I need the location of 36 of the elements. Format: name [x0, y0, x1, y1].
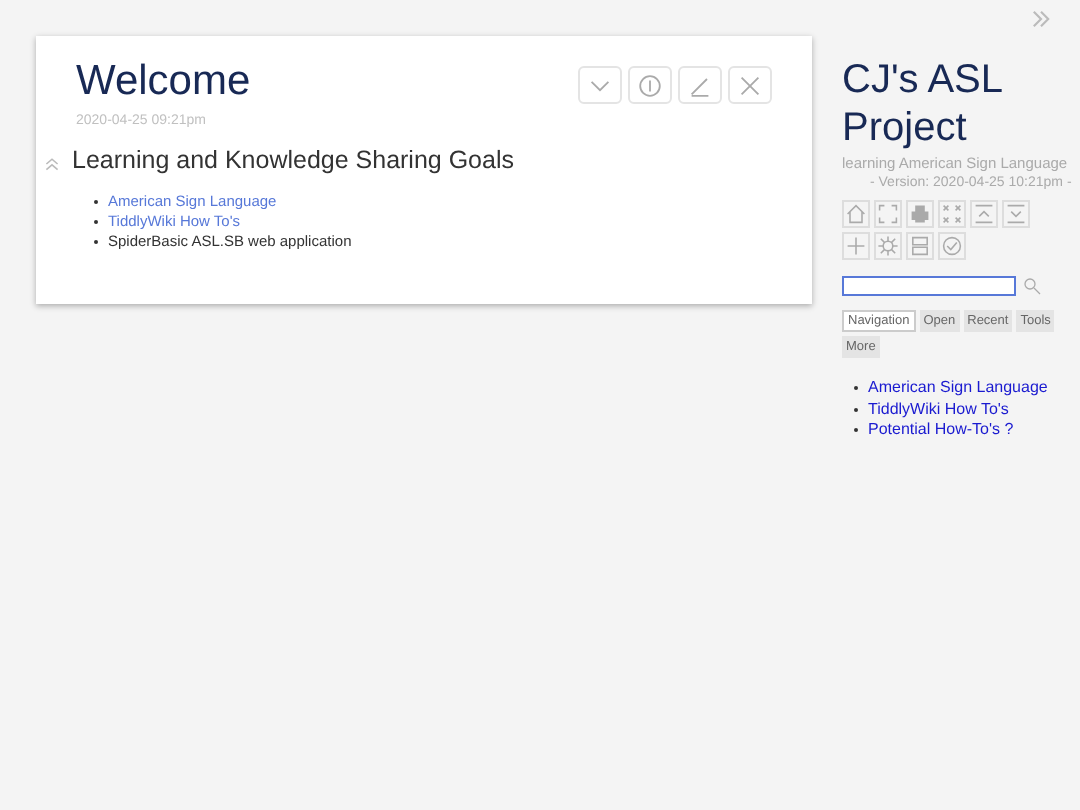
close-icon [736, 71, 764, 99]
check-circle-icon [940, 234, 964, 258]
gear-button[interactable] [874, 232, 902, 260]
info-button[interactable] [628, 66, 672, 104]
site-title: CJ's ASL Project [842, 56, 1004, 152]
printer-icon [908, 202, 932, 226]
storyview-button[interactable] [906, 232, 934, 260]
section-heading: Learning and Knowledge Sharing Goals [72, 146, 514, 174]
check-circle-button[interactable] [938, 232, 966, 260]
fold-all-icon [972, 202, 996, 226]
plus-button[interactable] [842, 232, 870, 260]
close-all-icon [940, 202, 964, 226]
search-field[interactable] [842, 276, 1016, 296]
pencil-button[interactable] [678, 66, 722, 104]
double-chevron-up-icon[interactable] [44, 156, 60, 172]
fold-all-button[interactable] [970, 200, 998, 228]
plus-icon [844, 234, 868, 258]
close-all-button[interactable] [938, 200, 966, 228]
gear-icon [876, 234, 900, 258]
fullscreen-button[interactable] [874, 200, 902, 228]
unfold-all-button[interactable] [1002, 200, 1030, 228]
info-icon [636, 71, 664, 99]
storyview-icon [908, 234, 932, 258]
home-button[interactable] [842, 200, 870, 228]
search-icon[interactable] [1022, 276, 1042, 296]
printer-button[interactable] [906, 200, 934, 228]
sidebar-toggle-icon[interactable] [1032, 10, 1050, 28]
link[interactable]: TiddlyWiki How To's [868, 399, 1009, 420]
close-button[interactable] [728, 66, 772, 104]
link[interactable]: American Sign Language [868, 378, 1048, 399]
chevron-down-button[interactable] [578, 66, 622, 104]
link[interactable]: Potential How-To's ? [868, 420, 1014, 441]
fullscreen-icon [876, 202, 900, 226]
unfold-all-icon [1004, 202, 1028, 226]
tiddler-title: Welcome [76, 60, 251, 104]
home-icon [844, 202, 868, 226]
